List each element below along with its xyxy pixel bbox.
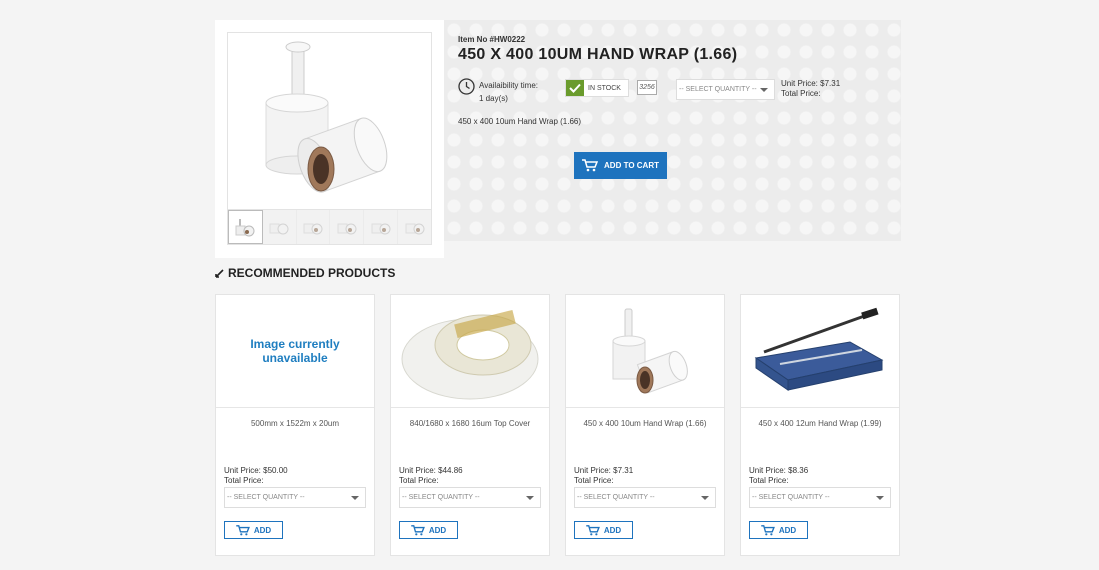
unit-price: Unit Price: $44.86 bbox=[399, 466, 463, 475]
quantity-select-value: -- SELECT QUANTITY -- bbox=[402, 494, 480, 501]
quantity-select[interactable]: -- SELECT QUANTITY -- bbox=[224, 487, 366, 508]
quantity-select[interactable]: -- SELECT QUANTITY -- bbox=[676, 79, 775, 100]
availability-label: Availaibility time: bbox=[479, 81, 538, 90]
thumbnail[interactable] bbox=[263, 210, 297, 244]
product-card[interactable]: 450 x 400 12um Hand Wrap (1.99) Unit Pri… bbox=[740, 294, 900, 556]
thumbnail[interactable] bbox=[398, 210, 431, 244]
availability-value: 1 day(s) bbox=[479, 94, 508, 103]
stock-quantity: 3256 bbox=[637, 80, 657, 95]
thumbnail[interactable] bbox=[228, 210, 263, 244]
quantity-select-value: -- SELECT QUANTITY -- bbox=[227, 494, 305, 501]
add-button[interactable]: ADD bbox=[399, 521, 458, 539]
chevron-down-icon bbox=[351, 496, 359, 500]
product-card-name[interactable]: 450 x 400 10um Hand Wrap (1.66) bbox=[566, 419, 724, 428]
add-button[interactable]: ADD bbox=[749, 521, 808, 539]
recommended-heading: RECOMMENDED PRODUCTS bbox=[215, 266, 395, 280]
pencil-icon bbox=[215, 268, 224, 278]
quantity-select-value: -- SELECT QUANTITY -- bbox=[679, 86, 757, 93]
add-button-label: ADD bbox=[778, 525, 797, 535]
chevron-down-icon bbox=[876, 496, 884, 500]
product-page: Item No #HW0222 450 X 400 10UM HAND WRAP… bbox=[0, 0, 1099, 570]
price-block: Unit Price: $7.31 Total Price: bbox=[781, 79, 840, 99]
unit-price: Unit Price: $7.31 bbox=[574, 466, 634, 475]
total-price: Total Price: bbox=[399, 476, 439, 485]
item-number: Item No #HW0222 bbox=[458, 35, 526, 44]
product-card-name[interactable]: 500mm x 1522m x 20um bbox=[216, 419, 374, 428]
image-unavailable-text: Image currently unavailable bbox=[250, 337, 339, 365]
quantity-select-value: -- SELECT QUANTITY -- bbox=[577, 494, 655, 501]
product-card-price: Unit Price: $50.00 Total Price: bbox=[224, 466, 288, 486]
stock-badge: IN STOCK bbox=[565, 79, 629, 97]
product-title: 450 X 400 10UM HAND WRAP (1.66) bbox=[458, 46, 738, 63]
add-to-cart-button[interactable]: ADD TO CART bbox=[574, 152, 667, 179]
product-card[interactable]: Image currently unavailable 500mm x 1522… bbox=[215, 294, 375, 556]
cart-icon bbox=[411, 524, 425, 535]
image-unavailable-line: Image currently bbox=[250, 337, 340, 351]
thumbnail-strip bbox=[227, 209, 432, 245]
product-card-price: Unit Price: $7.31 Total Price: bbox=[574, 466, 633, 486]
stock-status: IN STOCK bbox=[588, 84, 621, 92]
chevron-down-icon bbox=[526, 496, 534, 500]
product-card-image[interactable] bbox=[566, 295, 724, 408]
clock-icon bbox=[458, 78, 475, 95]
add-to-cart-label: ADD TO CART bbox=[604, 161, 659, 170]
product-card[interactable]: 450 x 400 10um Hand Wrap (1.66) Unit Pri… bbox=[565, 294, 725, 556]
product-card-price: Unit Price: $44.86 Total Price: bbox=[399, 466, 463, 486]
product-card-image[interactable] bbox=[741, 295, 899, 408]
quantity-select-value: -- SELECT QUANTITY -- bbox=[752, 494, 830, 501]
product-card-image[interactable]: Image currently unavailable bbox=[216, 295, 374, 408]
unit-price: Unit Price: $8.36 bbox=[749, 466, 809, 475]
quantity-select[interactable]: -- SELECT QUANTITY -- bbox=[574, 487, 716, 508]
product-card[interactable]: 840/1680 x 1680 16um Top Cover Unit Pric… bbox=[390, 294, 550, 556]
product-description: 450 x 400 10um Hand Wrap (1.66) bbox=[458, 117, 582, 126]
cart-icon bbox=[586, 524, 600, 535]
add-button-label: ADD bbox=[603, 525, 622, 535]
product-main-image[interactable] bbox=[227, 32, 432, 210]
add-button[interactable]: ADD bbox=[574, 521, 633, 539]
unit-price: Unit Price: $7.31 bbox=[781, 79, 841, 88]
product-card-name[interactable]: 840/1680 x 1680 16um Top Cover bbox=[391, 419, 549, 428]
add-button[interactable]: ADD bbox=[224, 521, 283, 539]
cart-icon bbox=[582, 159, 599, 172]
thumbnail[interactable] bbox=[297, 210, 331, 244]
availability: Availaibility time: 1 day(s) bbox=[479, 79, 538, 105]
thumbnail[interactable] bbox=[330, 210, 365, 244]
chevron-down-icon bbox=[701, 496, 709, 500]
quantity-select[interactable]: -- SELECT QUANTITY -- bbox=[749, 487, 891, 508]
check-icon bbox=[566, 80, 584, 96]
total-price: Total Price: bbox=[224, 476, 264, 485]
add-button-label: ADD bbox=[253, 525, 272, 535]
cart-icon bbox=[761, 524, 775, 535]
recommended-heading-label: RECOMMENDED PRODUCTS bbox=[228, 266, 396, 280]
product-card-image[interactable] bbox=[391, 295, 549, 408]
product-card-name[interactable]: 450 x 400 12um Hand Wrap (1.99) bbox=[741, 419, 899, 428]
unit-price: Unit Price: $50.00 bbox=[224, 466, 288, 475]
product-gallery bbox=[215, 20, 444, 258]
chevron-down-icon bbox=[760, 88, 768, 92]
cart-icon bbox=[236, 524, 250, 535]
thumbnail[interactable] bbox=[364, 210, 399, 244]
product-info-panel: Item No #HW0222 450 X 400 10UM HAND WRAP… bbox=[444, 20, 901, 241]
quantity-select[interactable]: -- SELECT QUANTITY -- bbox=[399, 487, 541, 508]
total-price: Total Price: bbox=[574, 476, 614, 485]
image-unavailable-line: unavailable bbox=[262, 351, 328, 365]
total-price: Total Price: bbox=[781, 89, 821, 98]
product-card-price: Unit Price: $8.36 Total Price: bbox=[749, 466, 808, 486]
total-price: Total Price: bbox=[749, 476, 789, 485]
add-button-label: ADD bbox=[428, 525, 447, 535]
